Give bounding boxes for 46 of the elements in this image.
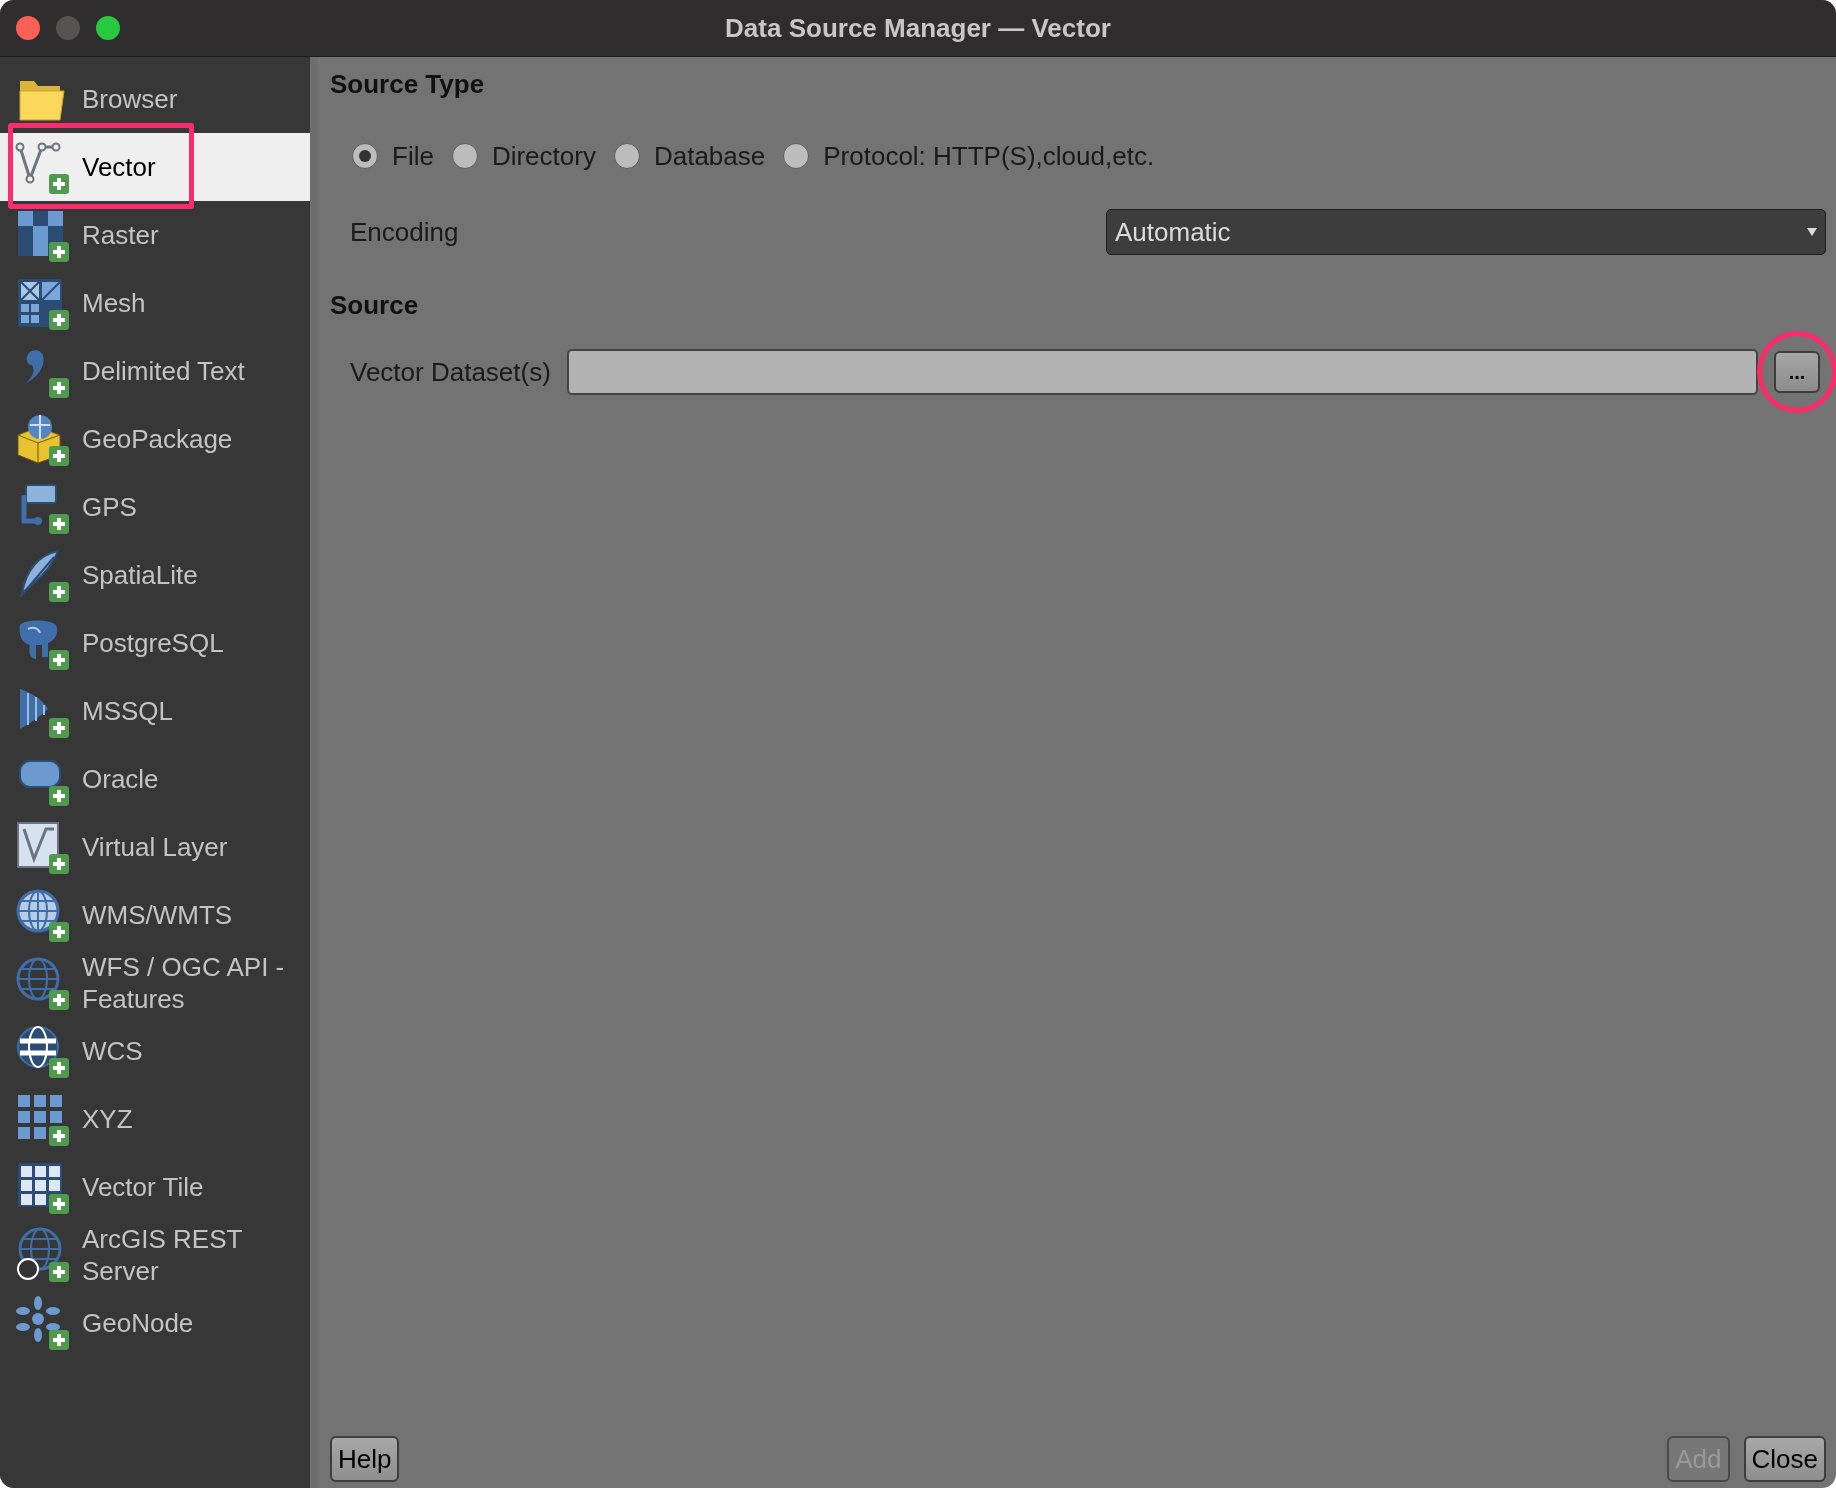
sidebar-item[interactable]: Delimited Text <box>0 337 310 405</box>
sidebar-item[interactable]: Oracle <box>0 745 310 813</box>
radio-label[interactable]: Protocol: HTTP(S),cloud,etc. <box>823 140 1155 172</box>
dropdown-arrow-icon <box>1807 228 1817 236</box>
sidebar-item[interactable]: Vector <box>0 133 310 201</box>
browse-button[interactable]: ... <box>1774 351 1820 393</box>
radio-label[interactable]: Directory <box>491 140 596 172</box>
globe-icon <box>14 1023 70 1079</box>
sidebar-item[interactable]: Raster <box>0 201 310 269</box>
sidebar-item[interactable]: WCS <box>0 1017 310 1085</box>
zoom-window-button[interactable] <box>96 16 120 40</box>
globe-icon <box>14 1227 70 1283</box>
sidebar-item[interactable]: XYZ <box>0 1085 310 1153</box>
radio-button[interactable] <box>783 143 810 169</box>
globe-map-icon <box>14 887 70 943</box>
encoding-dropdown[interactable]: Automatic <box>1106 209 1826 255</box>
sidebar-item[interactable]: GeoPackage <box>0 405 310 473</box>
radio-button[interactable] <box>352 143 378 169</box>
sidebar-item[interactable]: ArcGIS REST Server <box>0 1221 310 1289</box>
virtual-layer-icon <box>14 819 70 875</box>
sidebar-item[interactable]: WMS/WMTS <box>0 881 310 949</box>
radio-button[interactable] <box>613 143 640 169</box>
field-label: Vector Dataset(s) <box>350 356 551 388</box>
sidebar-item[interactable]: SpatiaLite <box>0 541 310 609</box>
asterisk-icon <box>14 1295 70 1351</box>
sidebar-item[interactable]: GeoNode <box>0 1289 310 1357</box>
sidebar-item[interactable]: PostgreSQL <box>0 609 310 677</box>
radio-label[interactable]: Database <box>653 140 766 172</box>
sidebar-item[interactable]: WFS / OGC API - Features <box>0 949 310 1017</box>
dataset-input-field[interactable] <box>566 349 1758 395</box>
sidebar-item[interactable]: Browser <box>0 65 310 133</box>
window-title: Data Source Manager — Vector <box>725 12 1111 43</box>
section-heading: Source Type <box>330 69 486 100</box>
section-heading: Source <box>330 290 420 321</box>
field-label: Encoding <box>350 216 460 248</box>
radio-button[interactable] <box>451 143 478 169</box>
sidebar-item[interactable]: GPS <box>0 473 310 541</box>
radio-label[interactable]: File <box>392 140 434 172</box>
dialog-button[interactable]: Help <box>330 1436 400 1482</box>
sidebar-item[interactable]: MSSQL <box>0 677 310 745</box>
globe-icon <box>14 955 70 1011</box>
dialog-button[interactable]: Close <box>1743 1436 1826 1482</box>
close-window-button[interactable] <box>16 16 40 40</box>
sidebar-item[interactable]: Mesh <box>0 269 310 337</box>
sidebar-item[interactable]: Vector Tile <box>0 1153 310 1221</box>
sidebar-item[interactable]: Virtual Layer <box>0 813 310 881</box>
